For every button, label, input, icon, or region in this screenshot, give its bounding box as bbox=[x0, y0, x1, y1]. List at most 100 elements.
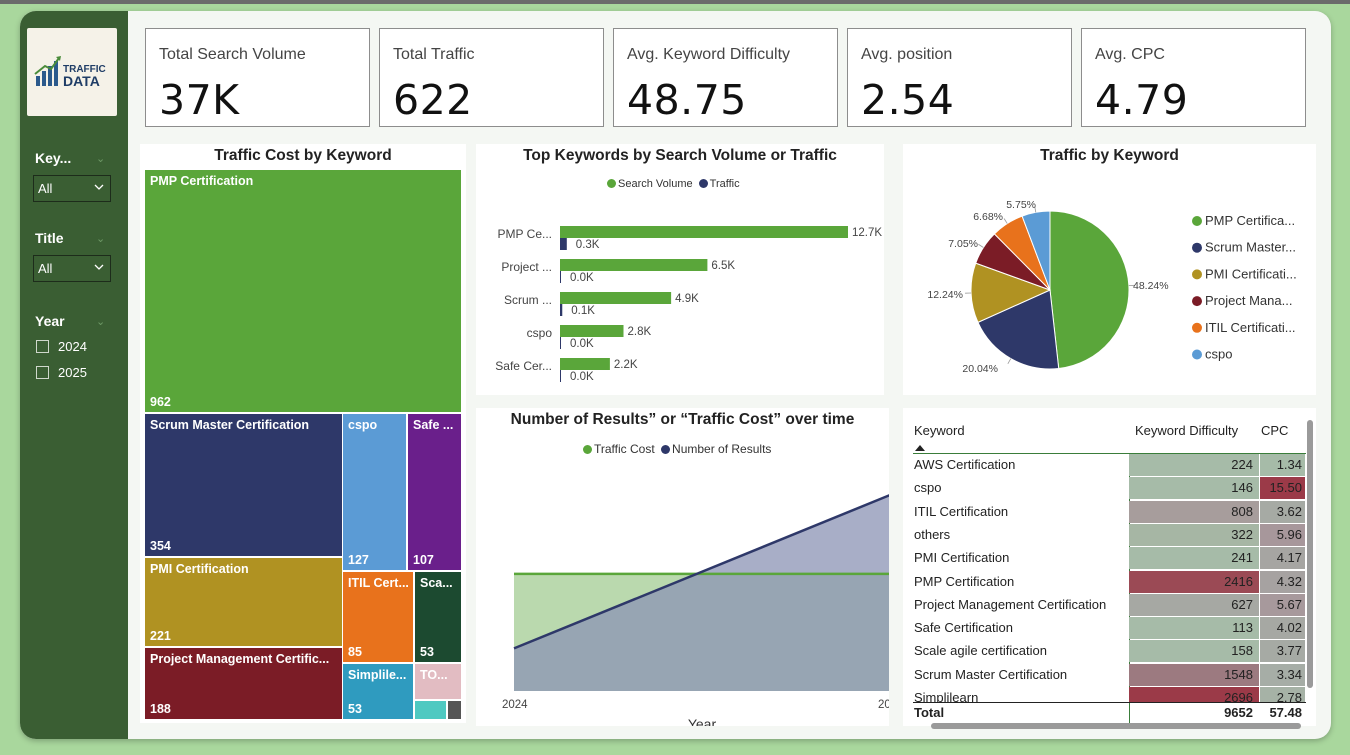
cell-cpc: 3.62 bbox=[1260, 500, 1305, 523]
column-header-cpc[interactable]: CPC bbox=[1261, 423, 1288, 438]
tile-value: 53 bbox=[348, 702, 362, 716]
kpi-total-search-volume[interactable]: Total Search Volume 37K bbox=[145, 28, 370, 127]
chevron-down-icon[interactable]: ⌄ bbox=[96, 152, 105, 165]
treemap-panel: Traffic Cost by Keyword PMP Certificatio… bbox=[140, 144, 466, 723]
treemap-tile[interactable]: Project Management Certific... 188 bbox=[145, 648, 342, 719]
keyword-slicer-title: Key... bbox=[35, 150, 72, 166]
cell-keyword: Project Management Certification bbox=[914, 596, 1107, 612]
kpi-avg-position[interactable]: Avg. position 2.54 bbox=[847, 28, 1072, 127]
category-label: cspo bbox=[527, 326, 553, 340]
cell-cpc: 4.02 bbox=[1260, 617, 1305, 640]
chevron-down-icon[interactable]: ⌄ bbox=[96, 232, 105, 245]
treemap-tile[interactable]: Simplile... 53 bbox=[343, 664, 413, 719]
table-row[interactable]: PMI Certification 241 4.17 bbox=[913, 546, 1305, 570]
treemap-tile[interactable]: ITIL Cert... 85 bbox=[343, 572, 413, 662]
treemap-tile[interactable]: TO... bbox=[415, 664, 461, 699]
cell-keyword: PMP Certification bbox=[914, 573, 1015, 589]
total-label: Total bbox=[914, 705, 945, 720]
legend-dot bbox=[1192, 296, 1202, 307]
table-row[interactable]: Simplilearn 2696 2.78 bbox=[913, 686, 1305, 702]
area-chart-panel: Number of Results” or “Traffic Cost” ove… bbox=[476, 408, 889, 726]
treemap-tile[interactable]: PMI Certification 221 bbox=[145, 558, 342, 646]
bar-value-label: 2.2K bbox=[614, 359, 638, 371]
kpi-label: Avg. CPC bbox=[1095, 46, 1165, 63]
table-row[interactable]: Safe Certification 113 4.02 bbox=[913, 616, 1305, 640]
bar-chart-plot[interactable]: PMP Ce... 12.7K 0.3K Project ... 6.5K 0.0K Scr… bbox=[476, 144, 884, 395]
sort-ascending-icon[interactable] bbox=[915, 444, 925, 452]
year-option-2024[interactable]: 2024 bbox=[36, 339, 87, 354]
treemap-tile[interactable]: Safe ... 107 bbox=[408, 414, 461, 570]
keyword-dropdown[interactable]: All bbox=[33, 175, 111, 202]
cell-cpc: 4.32 bbox=[1260, 570, 1305, 593]
cell-cpc: 3.77 bbox=[1260, 640, 1305, 663]
checkbox[interactable] bbox=[36, 366, 49, 379]
table-row[interactable]: Project Management Certification 627 5.67 bbox=[913, 593, 1305, 616]
checkbox[interactable] bbox=[36, 340, 49, 353]
table-row[interactable]: cspo 146 15.50 bbox=[913, 476, 1305, 500]
slice-leader-line bbox=[1003, 218, 1008, 224]
legend-item: ITIL Certificati... bbox=[1205, 320, 1296, 335]
table-row[interactable]: PMP Certification 2416 4.32 bbox=[913, 570, 1305, 593]
horizontal-scrollbar[interactable] bbox=[931, 723, 1301, 729]
cell-keyword-difficulty: 113 bbox=[1129, 617, 1259, 640]
cell-keyword: cspo bbox=[914, 480, 942, 496]
table-row[interactable]: others 322 5.96 bbox=[913, 523, 1305, 546]
table-row[interactable]: AWS Certification 224 1.34 bbox=[913, 453, 1305, 476]
pie-slice bbox=[1049, 210, 1130, 370]
search-volume-bar bbox=[560, 325, 624, 337]
treemap-tile[interactable]: cspo 127 bbox=[343, 414, 406, 570]
search-volume-bar bbox=[560, 226, 848, 238]
treemap-tile[interactable]: PMP Certification 962 bbox=[145, 170, 461, 412]
bar-value-label: 0.1K bbox=[571, 305, 595, 317]
treemap-tile[interactable] bbox=[415, 701, 446, 719]
traffic-data-logo: TRAFFIC DATA bbox=[27, 28, 117, 116]
cell-cpc: 3.34 bbox=[1260, 663, 1305, 686]
treemap-tile[interactable]: Sca... 53 bbox=[415, 572, 461, 662]
tile-label: TO... bbox=[420, 668, 448, 682]
keyword-dropdown-value: All bbox=[38, 181, 53, 196]
title-dropdown[interactable]: All bbox=[33, 255, 111, 282]
vertical-scrollbar[interactable] bbox=[1307, 420, 1313, 688]
filter-sidebar: TRAFFIC DATA Key... ⌄ All Title ⌄ All Ye… bbox=[20, 11, 128, 739]
kpi-avg-keyword-difficulty[interactable]: Avg. Keyword Difficulty 48.75 bbox=[613, 28, 838, 127]
traffic-bar bbox=[560, 370, 561, 382]
tile-label: Project Management Certific... bbox=[150, 652, 330, 666]
cell-keyword-difficulty: 627 bbox=[1129, 593, 1259, 616]
bar-value-label: 4.9K bbox=[675, 293, 699, 305]
chevron-down-icon[interactable]: ⌄ bbox=[96, 315, 105, 328]
cell-keyword: ITIL Certification bbox=[914, 503, 1009, 519]
kpi-avg-cpc[interactable]: Avg. CPC 4.79 bbox=[1081, 28, 1306, 127]
kpi-value: 622 bbox=[393, 76, 473, 124]
bar-value-label: 2.8K bbox=[627, 326, 651, 338]
table-row[interactable]: ITIL Certification 808 3.62 bbox=[913, 500, 1305, 523]
legend-dot bbox=[1192, 216, 1202, 226]
treemap-tile[interactable]: Scrum Master Certification 354 bbox=[145, 414, 342, 556]
year-option-2025[interactable]: 2025 bbox=[36, 365, 87, 380]
column-header-keyword-difficulty[interactable]: Keyword Difficulty bbox=[1135, 423, 1238, 438]
tile-value: 53 bbox=[420, 645, 434, 659]
legend-item: Scrum Master... bbox=[1205, 240, 1296, 255]
slice-value-label: 7.05% bbox=[948, 238, 978, 250]
kpi-total-traffic[interactable]: Total Traffic 622 bbox=[379, 28, 604, 127]
table-row[interactable]: Scale agile certification 158 3.77 bbox=[913, 639, 1305, 663]
treemap-tile[interactable] bbox=[448, 701, 461, 719]
cell-keyword-difficulty: 146 bbox=[1129, 477, 1259, 500]
cell-keyword-difficulty: 1548 bbox=[1129, 663, 1259, 686]
tile-label: Simplile... bbox=[348, 668, 407, 682]
column-header-keyword[interactable]: Keyword bbox=[914, 423, 965, 438]
legend-item: PMI Certificati... bbox=[1205, 266, 1297, 281]
table-row[interactable]: Scrum Master Certification 1548 3.34 bbox=[913, 663, 1305, 686]
legend-item: PMP Certifica... bbox=[1205, 213, 1295, 228]
cell-keyword-difficulty: 322 bbox=[1129, 523, 1259, 546]
pie-chart-plot[interactable]: 48.24% 20.04% 12.24% 7.05% 6.68%5.75% PMP Cer… bbox=[903, 144, 1316, 395]
category-label: Project ... bbox=[501, 260, 552, 274]
area-chart-plot[interactable]: 2024 2025 Year bbox=[476, 408, 889, 726]
keyword-table: Keyword Keyword Difficulty CPC AWS Certi… bbox=[903, 408, 1316, 729]
bar-value-label: 0.0K bbox=[570, 338, 594, 350]
tile-value: 962 bbox=[150, 395, 171, 409]
slice-leader-line bbox=[1007, 358, 1012, 365]
tile-label: Scrum Master Certification bbox=[150, 418, 310, 432]
cell-cpc: 5.96 bbox=[1260, 523, 1305, 546]
slice-value-label: 12.24% bbox=[927, 289, 963, 301]
bar-chart-panel: Top Keywords by Search Volume or Traffic… bbox=[476, 144, 884, 395]
